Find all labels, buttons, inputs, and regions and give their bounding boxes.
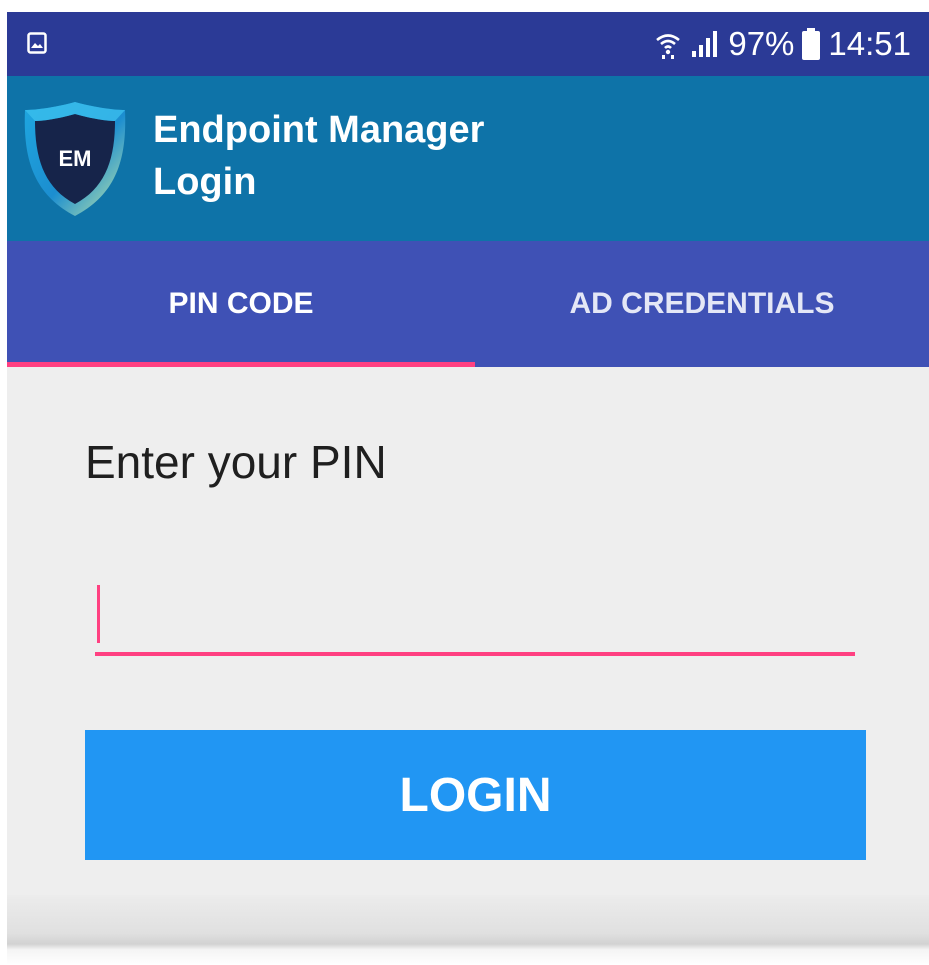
login-screen: 97% 14:51 EM Endpoint Manager Login PIN …: [7, 12, 929, 965]
pin-input-underline: [95, 652, 855, 656]
pin-input[interactable]: [95, 567, 855, 663]
battery-icon: [802, 28, 821, 60]
login-button[interactable]: LOGIN: [85, 730, 866, 860]
app-title: Endpoint Manager Login: [153, 104, 484, 208]
app-title-line-1: Endpoint Manager: [153, 109, 485, 151]
battery-percent: 97%: [728, 25, 795, 62]
pin-code-panel: Enter your PIN LOGIN: [7, 367, 929, 965]
bottom-edge-shadow: [7, 895, 929, 965]
signal-icon: [690, 29, 720, 59]
wifi-icon: [654, 29, 682, 59]
app-bar: EM Endpoint Manager Login: [7, 76, 929, 241]
tab-bar: PIN CODE AD CREDENTIALS: [7, 241, 929, 367]
image-notification-icon: [27, 32, 47, 54]
logo-text: EM: [59, 146, 92, 171]
status-indicators: 97% 14:51: [654, 24, 911, 64]
tab-ad-credentials[interactable]: AD CREDENTIALS: [475, 241, 929, 367]
endpoint-manager-logo: EM: [19, 98, 131, 220]
text-cursor: [97, 585, 100, 643]
status-time: 14:51: [828, 25, 911, 62]
pin-prompt-label: Enter your PIN: [85, 436, 387, 488]
app-title-line-2: Login: [153, 161, 257, 203]
status-bar: 97% 14:51: [7, 12, 929, 76]
tab-pin-code[interactable]: PIN CODE: [7, 241, 475, 367]
